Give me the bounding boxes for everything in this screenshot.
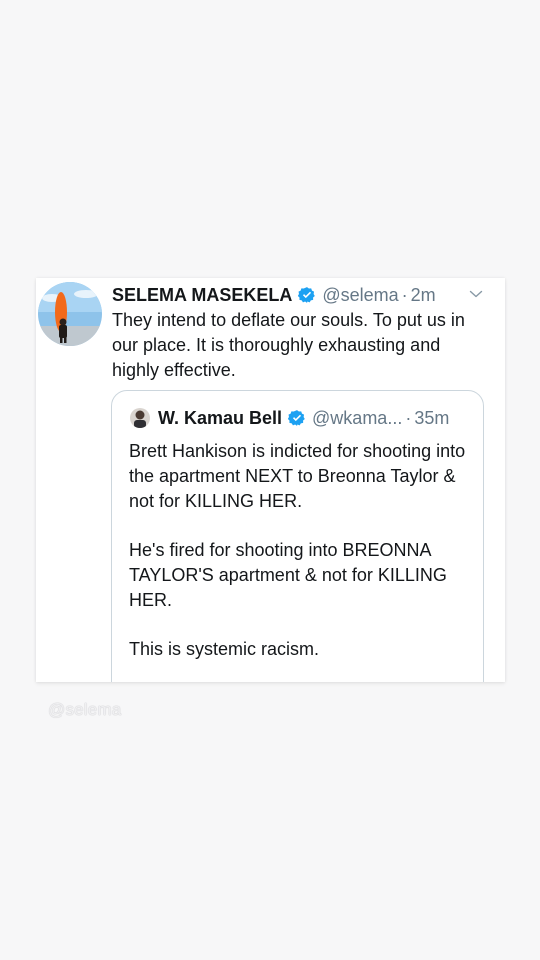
tweet-header: SELEMA MASEKELA @selema · 2m bbox=[112, 282, 436, 308]
quoted-paragraph: Brett Hankison is indicted for shooting … bbox=[129, 441, 466, 511]
chevron-down-icon[interactable] bbox=[468, 286, 484, 302]
profile-photo-icon bbox=[38, 282, 102, 346]
verified-badge-icon bbox=[298, 287, 316, 303]
quoted-author-avatar[interactable] bbox=[130, 408, 150, 428]
tweet-timestamp[interactable]: 2m bbox=[411, 282, 436, 308]
profile-photo-icon bbox=[130, 408, 150, 428]
quoted-author-name[interactable]: W. Kamau Bell bbox=[158, 406, 282, 430]
quoted-tweet-header: W. Kamau Bell @wkama... · 35m bbox=[158, 406, 449, 430]
author-name[interactable]: SELEMA MASEKELA bbox=[112, 282, 292, 308]
separator-dot: · bbox=[405, 408, 412, 428]
quoted-paragraph: He's fired for shooting into BREONNA TAY… bbox=[129, 540, 447, 610]
verified-badge-icon bbox=[288, 410, 305, 426]
quoted-paragraph: This is systemic racism. bbox=[129, 639, 320, 659]
watermark-handle: @selema bbox=[48, 700, 122, 719]
quoted-tweet-text: Brett Hankison is indicted for shooting … bbox=[129, 439, 474, 682]
tweet-text: They intend to deflate our souls. To put… bbox=[112, 310, 465, 380]
tweet-card[interactable]: SELEMA MASEKELA @selema · 2m They intend… bbox=[36, 278, 505, 682]
author-avatar[interactable] bbox=[38, 282, 102, 346]
quoted-tweet[interactable]: W. Kamau Bell @wkama... · 35m Brett Hank… bbox=[111, 390, 484, 682]
author-handle[interactable]: @selema bbox=[322, 282, 398, 308]
separator-dot: · bbox=[401, 285, 408, 305]
quoted-author-handle[interactable]: @wkama... bbox=[312, 406, 402, 430]
quoted-tweet-timestamp[interactable]: 35m bbox=[414, 406, 449, 430]
